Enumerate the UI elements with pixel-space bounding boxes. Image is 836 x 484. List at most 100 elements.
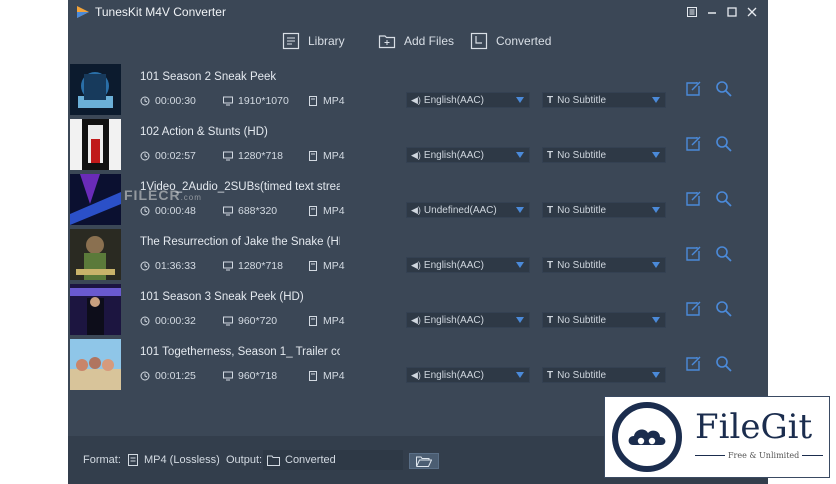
audio-dropdown[interactable]: ◀) Undefined(AAC) <box>406 202 530 218</box>
resolution: 960*720 <box>223 315 277 327</box>
format-value: MP4 <box>323 370 345 382</box>
add-files-button[interactable]: Add Files <box>378 28 454 54</box>
monitor-icon <box>223 206 233 216</box>
maximize-icon[interactable] <box>722 2 742 22</box>
resolution: 1280*718 <box>223 150 283 162</box>
subtitle-dropdown[interactable]: T No Subtitle <box>542 147 666 163</box>
text-icon: T <box>547 149 554 161</box>
search-icon[interactable] <box>715 300 733 318</box>
duration-value: 00:00:48 <box>155 205 196 217</box>
list-item[interactable]: 1Video_2Audio_2SUBs(timed text strea... … <box>68 171 768 226</box>
edit-icon[interactable] <box>684 245 702 263</box>
text-icon: T <box>547 204 554 216</box>
audio-value: English(AAC) <box>423 314 484 326</box>
subtitle-dropdown[interactable]: T No Subtitle <box>542 202 666 218</box>
chevron-down-icon <box>516 372 524 378</box>
search-icon[interactable] <box>715 245 733 263</box>
badge-tagline: Free & Unlimited <box>725 451 803 460</box>
subtitle-value: No Subtitle <box>557 314 607 326</box>
duration-value: 00:02:57 <box>155 150 196 162</box>
subtitle-dropdown[interactable]: T No Subtitle <box>542 367 666 383</box>
title-bar: TunesKit M4V Converter <box>68 0 768 24</box>
search-icon[interactable] <box>715 190 733 208</box>
format: MP4 <box>308 150 345 162</box>
format-value: MP4 <box>323 260 345 272</box>
list-item[interactable]: 101 Togetherness, Season 1_ Trailer copy… <box>68 336 768 391</box>
file-icon <box>309 316 317 326</box>
close-icon[interactable] <box>742 2 762 22</box>
duration: 01:36:33 <box>140 260 196 272</box>
speaker-icon: ◀) <box>411 259 421 270</box>
list-item[interactable]: The Resurrection of Jake the Snake (HD) … <box>68 226 768 281</box>
output-label: Output: <box>226 454 263 466</box>
audio-dropdown[interactable]: ◀) English(AAC) <box>406 312 530 328</box>
resolution-value: 1910*1070 <box>238 95 289 107</box>
subtitle-dropdown[interactable]: T No Subtitle <box>542 312 666 328</box>
converted-icon <box>470 32 488 50</box>
minimize-icon[interactable] <box>702 2 722 22</box>
audio-dropdown[interactable]: ◀) English(AAC) <box>406 92 530 108</box>
chevron-down-icon <box>652 317 660 323</box>
list-item[interactable]: 101 Season 2 Sneak Peek 00:00:30 1910*10… <box>68 61 768 116</box>
clock-icon <box>140 206 150 216</box>
library-icon <box>282 32 300 50</box>
resolution-value: 960*720 <box>238 315 278 327</box>
list-item[interactable]: 101 Season 3 Sneak Peek (HD) 00:00:32 96… <box>68 281 768 336</box>
audio-dropdown[interactable]: ◀) English(AAC) <box>406 367 530 383</box>
chevron-down-icon <box>652 97 660 103</box>
resolution-value: 1280*718 <box>238 260 283 272</box>
audio-dropdown[interactable]: ◀) English(AAC) <box>406 147 530 163</box>
format-value: MP4 <box>323 205 345 217</box>
chevron-down-icon <box>652 372 660 378</box>
edit-icon[interactable] <box>684 190 702 208</box>
browse-folder-button[interactable] <box>409 453 439 469</box>
clock-icon <box>140 316 150 326</box>
clock-icon <box>140 151 150 161</box>
speaker-icon: ◀) <box>411 204 421 215</box>
file-icon <box>309 96 317 106</box>
subtitle-value: No Subtitle <box>557 149 607 161</box>
duration-value: 00:00:30 <box>155 95 196 107</box>
output-path-field[interactable]: Converted <box>263 450 403 470</box>
text-icon: T <box>547 94 554 106</box>
file-name: 101 Season 2 Sneak Peek <box>140 71 277 83</box>
library-button[interactable]: Library <box>282 28 345 54</box>
format-selector[interactable]: MP4 (Lossless) <box>123 450 224 470</box>
subtitle-dropdown[interactable]: T No Subtitle <box>542 257 666 273</box>
monitor-icon <box>223 371 233 381</box>
monitor-icon <box>223 96 233 106</box>
subtitle-dropdown[interactable]: T No Subtitle <box>542 92 666 108</box>
converted-button[interactable]: Converted <box>470 28 551 54</box>
resolution-value: 960*718 <box>238 370 278 382</box>
monitor-icon <box>223 261 233 271</box>
audio-dropdown[interactable]: ◀) English(AAC) <box>406 257 530 273</box>
duration-value: 01:36:33 <box>155 260 196 272</box>
file-name: 102 Action & Stunts (HD) <box>140 126 268 138</box>
resolution: 1280*718 <box>223 260 283 272</box>
speaker-icon: ◀) <box>411 94 421 105</box>
clock-icon <box>140 96 150 106</box>
file-icon <box>309 261 317 271</box>
edit-icon[interactable] <box>684 355 702 373</box>
watermark-sub: .com <box>180 193 202 202</box>
edit-icon[interactable] <box>684 135 702 153</box>
menu-icon[interactable] <box>682 2 702 22</box>
search-icon[interactable] <box>715 80 733 98</box>
resolution: 1910*1070 <box>223 95 289 107</box>
duration: 00:00:30 <box>140 95 196 107</box>
edit-icon[interactable] <box>684 80 702 98</box>
toolbar: Library Add Files Converted <box>68 24 768 58</box>
text-icon: T <box>547 314 554 326</box>
audio-value: English(AAC) <box>423 149 484 161</box>
format-value: MP4 <box>323 315 345 327</box>
chevron-down-icon <box>652 262 660 268</box>
format-value: MP4 <box>323 150 345 162</box>
file-name: 101 Togetherness, Season 1_ Trailer copy <box>140 346 340 358</box>
video-thumbnail <box>70 284 121 335</box>
search-icon[interactable] <box>715 135 733 153</box>
edit-icon[interactable] <box>684 300 702 318</box>
output-value: Converted <box>285 454 336 466</box>
resolution: 960*718 <box>223 370 277 382</box>
list-item[interactable]: 102 Action & Stunts (HD) 00:02:57 1280*7… <box>68 116 768 171</box>
search-icon[interactable] <box>715 355 733 373</box>
